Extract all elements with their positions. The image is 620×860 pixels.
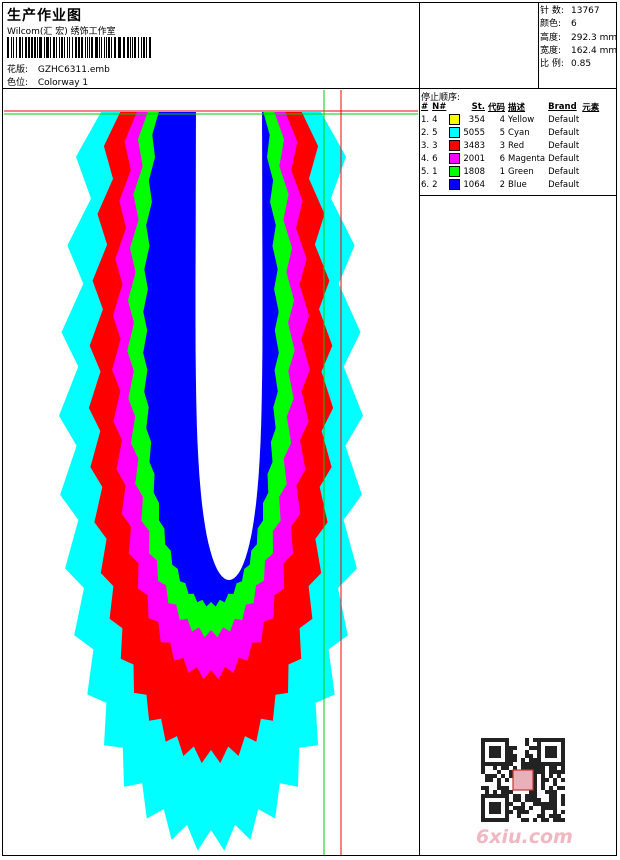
colorway-row: 色位: Colorway 1 [7, 75, 88, 88]
color-swatch [449, 179, 461, 190]
color-row: 4. 6 2001 6 Magenta Default [421, 153, 580, 164]
color-swatch [449, 114, 461, 125]
color-row: 5. 1 1808 1 Green Default [421, 166, 580, 177]
barcode [7, 37, 151, 58]
color-table-header: # N# St. 代码 描述 Brand 元素 [421, 102, 600, 113]
embroidery-design-preview [4, 90, 418, 855]
stat-width: 宽度: 162.4 mm [540, 45, 618, 56]
divider-vertical-right [419, 2, 420, 856]
divider-header [2, 88, 617, 89]
page-title: 生产作业图 [7, 8, 82, 24]
colorway-label: 色位: [7, 78, 29, 88]
watermark: 6xiu.com [476, 826, 573, 848]
qr-logo-icon [512, 769, 534, 791]
color-swatch [449, 140, 461, 151]
divider-table [419, 195, 617, 196]
stat-stitches: 针 数: 13767 [540, 6, 600, 16]
divider-vertical-stats [538, 2, 539, 88]
pattern-label: 花版: [7, 65, 29, 75]
color-row: 6. 2 1064 2 Blue Default [421, 179, 580, 190]
studio-name: Wilcom(汇 宏) 绣饰工作室 [7, 27, 116, 37]
color-row: 1. 4 354 4 Yellow Default [421, 114, 580, 125]
color-table: # N# St. 代码 描述 Brand 元素 1. 4 354 4 Yellow Def… [421, 101, 602, 191]
stat-height: 高度: 292.3 mm [540, 32, 618, 43]
color-swatch [449, 127, 461, 138]
color-swatch [449, 166, 461, 177]
stat-scale: 比 例: 0.85 [540, 59, 592, 70]
qr-code [481, 738, 565, 822]
pattern-row: 花版: GZHC6311.emb [7, 62, 110, 75]
color-row: 3. 3 3483 3 Red Default [421, 140, 580, 151]
color-row: 2. 5 5055 5 Cyan Default [421, 127, 580, 138]
colorway-value: Colorway 1 [37, 78, 89, 88]
neck-opening [195, 90, 263, 580]
color-swatch [449, 153, 461, 164]
stats-panel: 针 数: 13767 颜色: 6 高度: 292.3 mm 宽度: 162.4 mm 比… [540, 5, 617, 71]
stat-colors: 颜色: 6 [540, 19, 577, 30]
pattern-value: GZHC6311.emb [37, 65, 110, 75]
